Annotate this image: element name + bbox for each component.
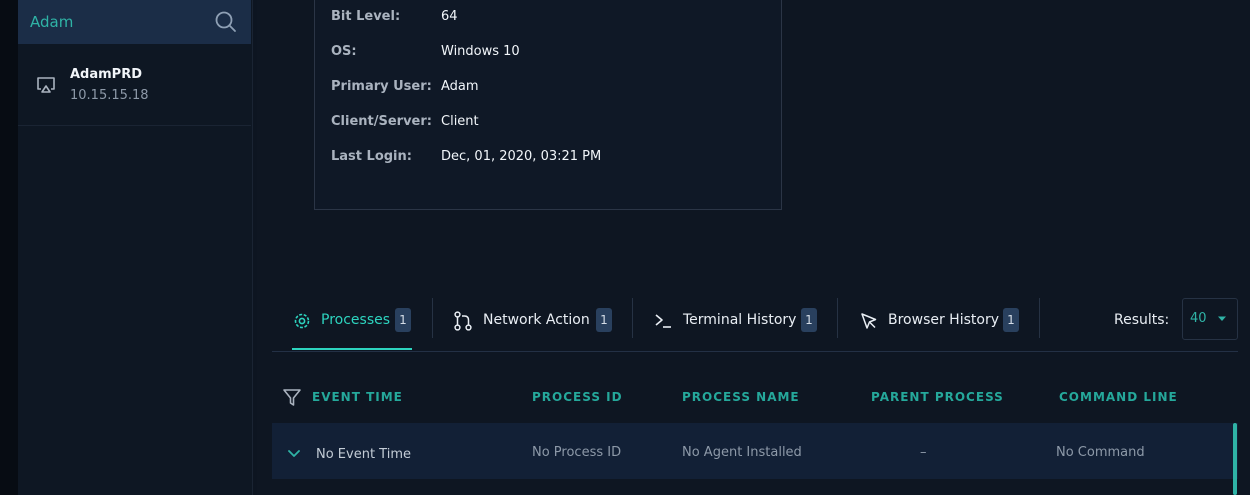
- terminal-icon: [655, 314, 671, 328]
- tab-label: Browser History: [888, 312, 999, 328]
- column-header-parent-process[interactable]: PARENT PROCESS: [871, 390, 1004, 404]
- activity-tabs: Processes 1 Network Action 1 Terminal Hi…: [272, 290, 1238, 352]
- info-label: Primary User:: [331, 79, 432, 94]
- left-edge-bar: [0, 0, 18, 495]
- info-value: Dec, 01, 2020, 03:21 PM: [441, 149, 602, 164]
- device-info-card: Bit Level: 64 OS: Windows 10 Primary Use…: [314, 0, 782, 210]
- tab-processes[interactable]: Processes 1: [272, 290, 418, 350]
- device-list-item[interactable]: AdamPRD 10.15.15.18: [18, 52, 251, 126]
- cell-process-name: No Agent Installed: [682, 445, 802, 460]
- column-header-process-name[interactable]: PROCESS NAME: [682, 390, 800, 404]
- search-icon[interactable]: [215, 11, 237, 33]
- results-label: Results:: [1114, 312, 1170, 328]
- tab-network-action[interactable]: Network Action 1: [433, 290, 633, 350]
- info-label: Bit Level:: [331, 9, 401, 24]
- active-tab-indicator: [292, 348, 412, 350]
- gear-icon: [294, 313, 310, 329]
- chevron-down-icon[interactable]: [288, 450, 300, 458]
- caret-down-icon: [1218, 316, 1226, 321]
- tab-terminal-history[interactable]: Terminal History 1: [633, 290, 837, 350]
- monitor-cast-icon: [37, 77, 55, 93]
- cell-process-id: No Process ID: [532, 445, 622, 460]
- tab-browser-history[interactable]: Browser History 1: [838, 290, 1038, 350]
- info-label: Last Login:: [331, 149, 412, 164]
- info-value: Windows 10: [441, 44, 520, 59]
- column-header-event-time[interactable]: EVENT TIME: [312, 390, 403, 404]
- column-header-process-id[interactable]: PROCESS ID: [532, 390, 623, 404]
- count-badge: 1: [1003, 308, 1019, 332]
- search-input[interactable]: [30, 10, 210, 34]
- info-value: Client: [441, 114, 479, 129]
- count-badge: 1: [801, 308, 817, 332]
- table-row[interactable]: No Event Time No Process ID No Agent Ins…: [272, 423, 1238, 479]
- results-value: 40: [1190, 311, 1207, 326]
- tab-label: Terminal History: [683, 312, 797, 328]
- info-value: Adam: [441, 79, 479, 94]
- tab-label: Network Action: [483, 312, 590, 328]
- info-label: Client/Server:: [331, 114, 432, 129]
- search-box: [18, 0, 251, 44]
- results-dropdown[interactable]: 40: [1182, 298, 1238, 340]
- git-branch-icon: [454, 311, 472, 331]
- cursor-arrow-icon: [861, 313, 877, 329]
- device-name: AdamPRD: [70, 67, 143, 82]
- filter-icon[interactable]: [282, 388, 302, 408]
- cell-parent-process: –: [920, 445, 927, 460]
- cell-event-time: No Event Time: [316, 447, 411, 462]
- info-value: 64: [441, 9, 458, 24]
- cell-command-line: No Command: [1056, 445, 1145, 460]
- count-badge: 1: [596, 308, 612, 332]
- tab-label: Processes: [321, 312, 391, 328]
- scrollbar-thumb[interactable]: [1233, 423, 1237, 495]
- device-sidebar: AdamPRD 10.15.15.18: [18, 0, 253, 495]
- tab-divider: [1039, 298, 1040, 338]
- column-header-command-line[interactable]: COMMAND LINE: [1059, 390, 1178, 404]
- info-label: OS:: [331, 44, 357, 59]
- device-ip: 10.15.15.18: [70, 88, 149, 103]
- count-badge: 1: [395, 308, 411, 332]
